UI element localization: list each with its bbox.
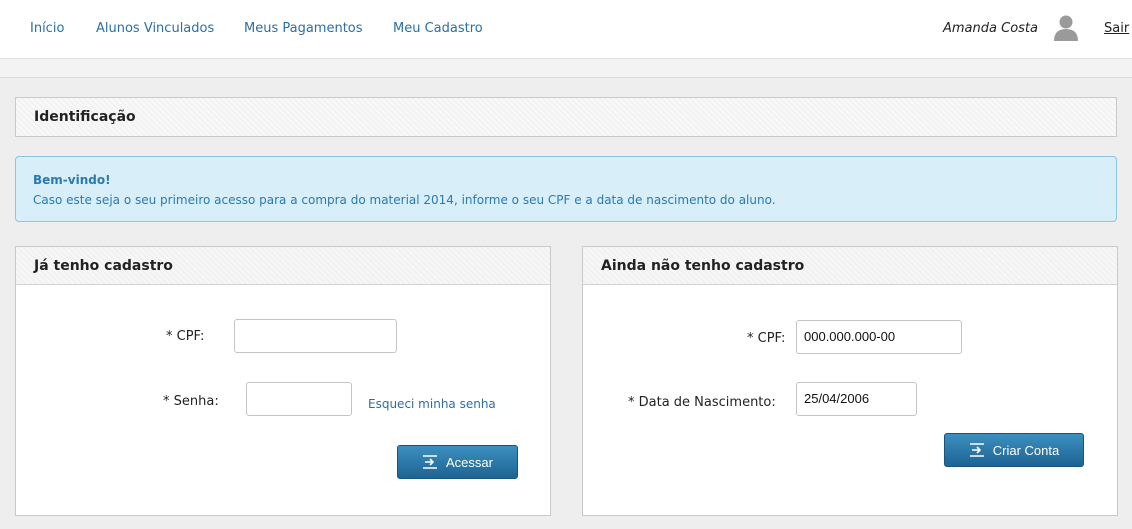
register-birth-label: * Data de Nascimento: xyxy=(628,395,776,410)
enter-icon xyxy=(969,443,984,457)
welcome-alert: Bem-vindo! Caso este seja o seu primeiro… xyxy=(15,156,1117,222)
nav-item-inicio[interactable]: Início xyxy=(30,21,64,36)
login-submit-label: Acessar xyxy=(446,454,493,470)
login-cpf-label: * CPF: xyxy=(166,329,205,344)
sub-header-bar xyxy=(0,59,1132,78)
register-cpf-input[interactable]: 000.000.000-00 xyxy=(796,320,962,354)
alert-message: Caso este seja o seu primeiro acesso par… xyxy=(33,193,776,207)
login-cpf-input[interactable] xyxy=(234,319,397,353)
login-panel-title: Já tenho cadastro xyxy=(16,247,550,285)
page-title: Identificação xyxy=(34,109,136,125)
user-icon[interactable] xyxy=(1053,14,1079,42)
user-name: Amanda Costa xyxy=(943,21,1038,36)
nav-item-meus-pagamentos[interactable]: Meus Pagamentos xyxy=(244,21,363,36)
register-submit-label: Criar Conta xyxy=(992,442,1060,458)
logout-link[interactable]: Sair xyxy=(1104,21,1129,36)
login-panel: Já tenho cadastro * CPF: * Senha: Esquec… xyxy=(15,246,551,516)
alert-heading: Bem-vindo! xyxy=(33,173,111,187)
register-panel-title: Ainda não tenho cadastro xyxy=(583,247,1117,285)
login-password-input[interactable] xyxy=(246,382,352,416)
top-nav-bar: Início Alunos Vinculados Meus Pagamentos… xyxy=(0,0,1132,59)
nav-item-meu-cadastro[interactable]: Meu Cadastro xyxy=(393,21,483,36)
login-submit-button[interactable]: Acessar xyxy=(397,445,518,479)
nav-item-alunos-vinculados[interactable]: Alunos Vinculados xyxy=(96,21,214,36)
forgot-password-link[interactable]: Esqueci minha senha xyxy=(368,397,496,411)
register-panel: Ainda não tenho cadastro * CPF: 000.000.… xyxy=(582,246,1118,516)
register-submit-button[interactable]: Criar Conta xyxy=(944,433,1084,467)
register-cpf-label: * CPF: xyxy=(747,331,786,346)
identification-header: Identificação xyxy=(15,97,1117,137)
login-password-label: * Senha: xyxy=(163,394,219,409)
enter-icon xyxy=(423,455,438,469)
register-birth-input[interactable]: 25/04/2006 xyxy=(796,382,917,416)
